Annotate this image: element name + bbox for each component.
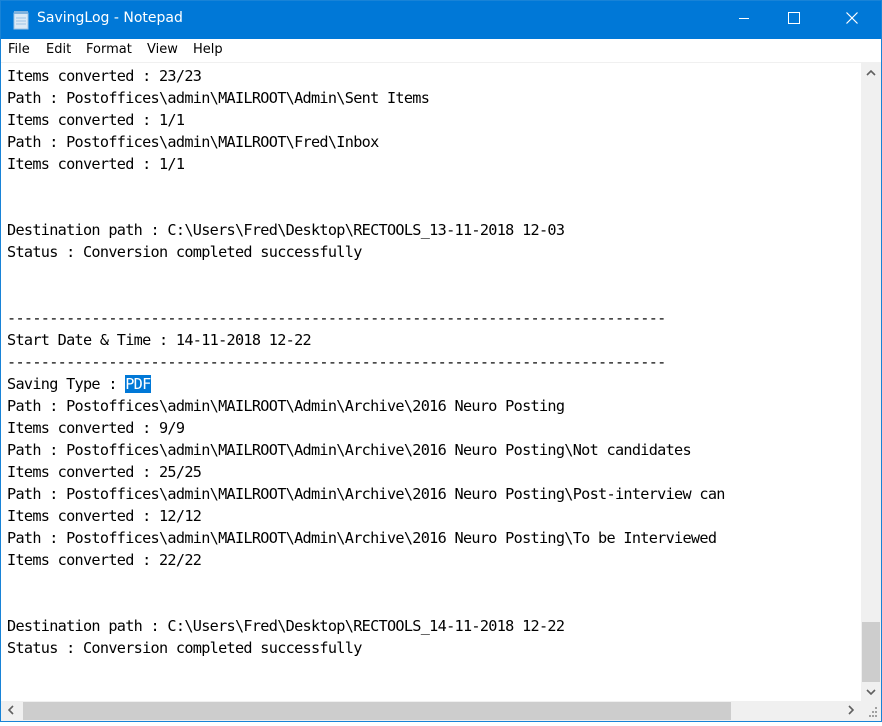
- text-line: Path : Postoffices\admin\MAILROOT\Admin\…: [7, 529, 717, 547]
- chevron-left-icon: [7, 702, 14, 720]
- text-line: Items converted : 9/9: [7, 419, 185, 437]
- minimize-icon: [738, 11, 750, 29]
- scroll-right-button[interactable]: [841, 701, 861, 721]
- text-line: Path : Postoffices\admin\MAILROOT\Admin\…: [7, 397, 565, 415]
- text-line: Start Date & Time : 14-11-2018 12-22: [7, 331, 312, 349]
- menu-file[interactable]: File: [8, 42, 30, 57]
- text-line: Items converted : 25/25: [7, 463, 202, 481]
- text-line: Path : Postoffices\admin\MAILROOT\Admin\…: [7, 89, 430, 107]
- title-bar[interactable]: SavingLog - Notepad: [1, 1, 881, 39]
- text-line: Path : Postoffices\admin\MAILROOT\Admin\…: [7, 485, 725, 503]
- chevron-down-icon: [866, 682, 876, 700]
- scroll-down-button[interactable]: [861, 681, 881, 701]
- maximize-icon: [788, 11, 800, 29]
- menu-edit[interactable]: Edit: [46, 42, 71, 57]
- vertical-scrollbar[interactable]: [861, 62, 881, 701]
- menu-help[interactable]: Help: [193, 42, 223, 57]
- close-button[interactable]: [829, 1, 875, 39]
- text-line: Saving Type : PDF: [7, 375, 151, 393]
- notepad-window: SavingLog - Notepad File Edit Format Vie…: [0, 0, 882, 722]
- text-line: Status : Conversion completed successful…: [7, 243, 362, 261]
- scroll-left-button[interactable]: [1, 701, 21, 721]
- text-line: Items converted : 1/1: [7, 155, 185, 173]
- menu-format[interactable]: Format: [86, 42, 132, 57]
- text-line: Items converted : 1/1: [7, 111, 185, 129]
- minimize-button[interactable]: [721, 1, 767, 39]
- horizontal-scrollbar[interactable]: [1, 701, 861, 721]
- text-line: Destination path : C:\Users\Fred\Desktop…: [7, 221, 565, 239]
- text-line: Path : Postoffices\admin\MAILROOT\Fred\I…: [7, 133, 379, 151]
- window-title: SavingLog - Notepad: [37, 10, 183, 26]
- maximize-button[interactable]: [771, 1, 817, 39]
- text-line: Items converted : 12/12: [7, 507, 202, 525]
- chevron-up-icon: [866, 63, 876, 81]
- text-line: Path : Postoffices\admin\MAILROOT\Admin\…: [7, 441, 692, 459]
- scroll-up-button[interactable]: [861, 62, 881, 82]
- text-line: ----------------------------------------…: [7, 309, 666, 327]
- menu-view[interactable]: View: [147, 42, 178, 57]
- text-line: Items converted : 23/23: [7, 67, 202, 85]
- chevron-right-icon: [848, 702, 855, 720]
- selected-text: PDF: [125, 375, 151, 393]
- resize-grip[interactable]: [861, 701, 881, 721]
- resize-grip-icon: [861, 707, 881, 725]
- text-line: Destination path : C:\Users\Fred\Desktop…: [7, 617, 565, 635]
- text-line: ----------------------------------------…: [7, 353, 666, 371]
- menu-bar: File Edit Format View Help: [1, 39, 881, 62]
- text-line: Status : Conversion completed successful…: [7, 639, 362, 657]
- text-editor[interactable]: Items converted : 23/23 Path : Postoffice…: [1, 62, 861, 702]
- horizontal-scroll-thumb[interactable]: [23, 702, 731, 720]
- vertical-scroll-thumb[interactable]: [862, 622, 880, 682]
- text-line: Items converted : 22/22: [7, 551, 202, 569]
- notepad-icon: [12, 10, 30, 30]
- close-icon: [846, 11, 858, 29]
